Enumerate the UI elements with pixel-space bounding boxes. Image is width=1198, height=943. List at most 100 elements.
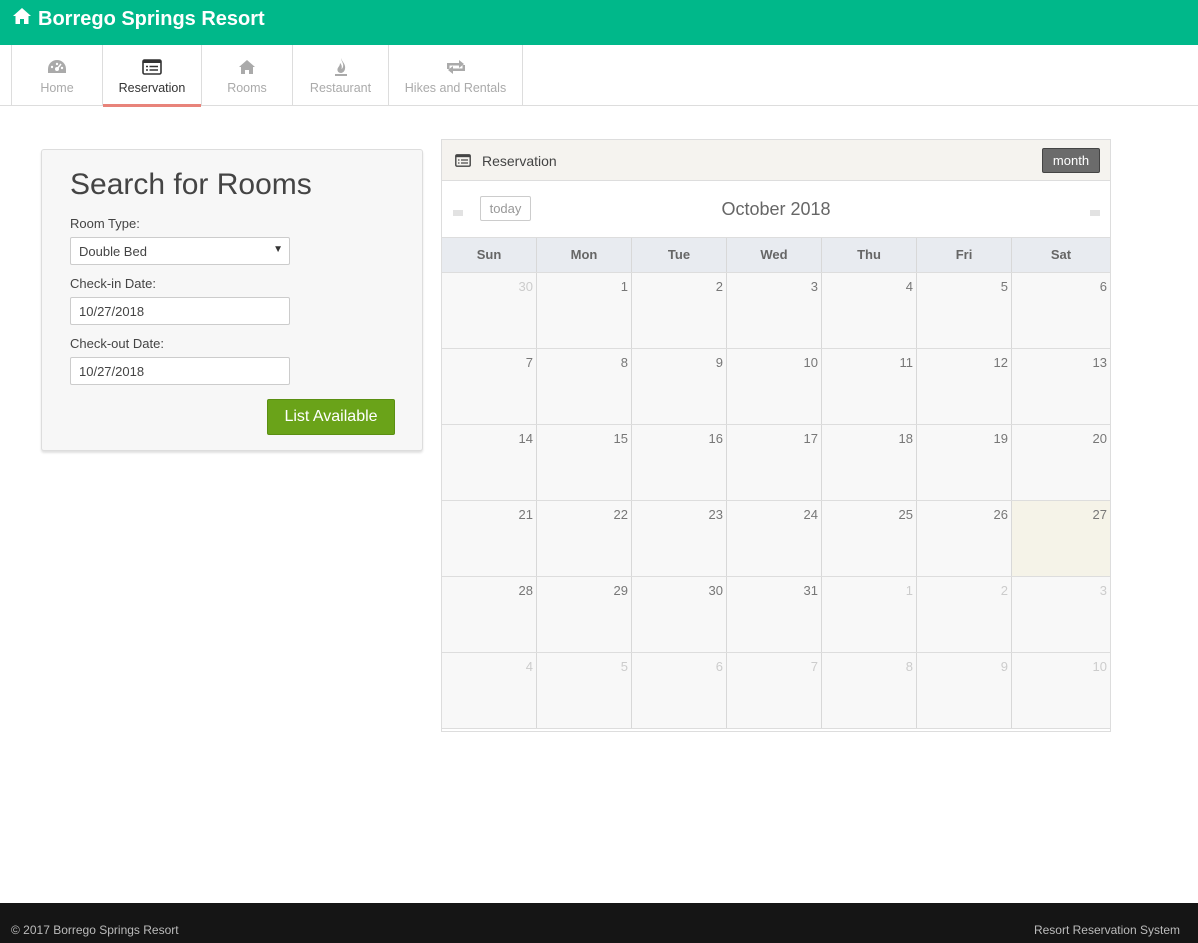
brand-title: Borrego Springs Resort [38,7,265,30]
calendar-day-cell[interactable]: 7 [727,653,822,728]
calendar-day-cell[interactable]: 23 [632,501,727,576]
calendar-day-cell[interactable]: 29 [537,577,632,652]
calendar-day-cell[interactable]: 6 [632,653,727,728]
calendar-day-cell[interactable]: 15 [537,425,632,500]
calendar-day-cell[interactable]: 11 [822,349,917,424]
calendar-day-cell[interactable]: 20 [1012,425,1110,500]
calendar-day-cell[interactable]: 10 [727,349,822,424]
room-type-select[interactable]: Double Bed ▼ [70,237,290,265]
calendar-day-cell[interactable]: 5 [917,273,1012,348]
calendar-day-cell[interactable]: 6 [1012,273,1110,348]
home-icon [237,57,257,77]
nav-item-reservation[interactable]: Reservation [103,45,202,107]
footer-copyright: © 2017 Borrego Springs Resort [11,923,179,937]
calendar-week-row: 4 5 6 7 8 9 10 [442,653,1110,729]
dow-tue: Tue [632,238,727,272]
calendar-day-cell[interactable]: 3 [1012,577,1110,652]
calendar-day-cell[interactable]: 4 [442,653,537,728]
calendar-week-row: 30 1 2 3 4 5 6 [442,273,1110,349]
dow-fri: Fri [917,238,1012,272]
calendar-day-cell[interactable]: 3 [727,273,822,348]
calendar-day-cell[interactable]: 18 [822,425,917,500]
dashboard-icon [46,57,68,77]
search-title: Search for Rooms [70,168,312,201]
calendar-day-cell[interactable]: 21 [442,501,537,576]
calendar-day-cell[interactable]: 12 [917,349,1012,424]
fire-icon [333,57,349,77]
checkin-label: Check-in Date: [70,276,156,291]
brand[interactable]: Borrego Springs Resort [12,7,265,31]
calendar-day-cell[interactable]: 10 [1012,653,1110,728]
nav-label-rooms: Rooms [227,81,267,95]
calendar-day-cell[interactable]: 30 [632,577,727,652]
main-nav: Home Reservation Rooms Restaurant Hikes … [0,45,1198,107]
calendar-day-cell[interactable]: 7 [442,349,537,424]
calendar-day-cell[interactable]: 24 [727,501,822,576]
dow-thu: Thu [822,238,917,272]
nav-item-rooms[interactable]: Rooms [202,45,293,105]
list-icon [455,154,471,172]
home-icon [12,7,38,31]
calendar-month-title: October 2018 [721,199,831,219]
nav-label-restaurant: Restaurant [309,81,372,95]
nav-item-hikes-and-rentals[interactable]: Hikes and Rentals [389,45,523,105]
calendar-day-cell[interactable]: 22 [537,501,632,576]
dow-sat: Sat [1050,247,1072,262]
room-type-label: Room Type: [70,216,140,231]
caret-down-icon: ▼ [273,244,283,255]
checkin-date-input[interactable]: 10/27/2018 [70,297,290,325]
calendar-day-cell[interactable]: 17 [727,425,822,500]
list-icon [142,57,162,77]
calendar-day-cell[interactable]: 19 [917,425,1012,500]
retweet-icon [444,57,468,77]
calendar-weeks: 30 1 2 3 4 5 6 7 8 9 10 11 12 13 14 15 16 17 18 19 20 21 22 23 2… [442,273,1110,729]
calendar-day-cell[interactable]: 30 [442,273,537,348]
calendar-day-cell[interactable]: 9 [917,653,1012,728]
calendar-panel: Reservation month today October 2018 Sun… [441,139,1111,732]
calendar-day-cell[interactable]: 13 [1012,349,1110,424]
calendar-panel-title: Reservation [482,153,557,169]
calendar-day-cell[interactable]: 31 [727,577,822,652]
calendar-week-row: 21 22 23 24 25 26 27 [442,501,1110,577]
top-bar: Borrego Springs Resort [0,0,1198,45]
checkout-date-input[interactable]: 10/27/2018 [70,357,290,385]
calendar-day-cell[interactable]: 26 [917,501,1012,576]
calendar-day-cell[interactable]: 28 [442,577,537,652]
checkin-value: 10/27/2018 [79,304,145,319]
next-month-button[interactable] [1090,210,1100,216]
checkout-label: Check-out Date: [70,336,164,351]
calendar-day-cell[interactable]: 2 [632,273,727,348]
calendar-day-cell[interactable]: 8 [537,349,632,424]
footer: © 2017 Borrego Springs Resort Resort Res… [0,903,1198,943]
calendar-week-row: 28 29 30 31 1 2 3 [442,577,1110,653]
dow-mon: Mon [537,238,632,272]
calendar-day-cell[interactable]: 16 [632,425,727,500]
calendar-panel-header: Reservation month [442,140,1110,181]
calendar-day-cell[interactable]: 25 [822,501,917,576]
footer-system-name: Resort Reservation System [1033,923,1180,937]
calendar-grid: Sun Mon Tue Wed Thu Fri Sat 30 1 2 3 4 5 6 7 8 9 1… [442,237,1110,729]
calendar-day-cell[interactable]: 5 [537,653,632,728]
nav-label-home: Home [40,81,74,95]
dow-wed: Wed [727,238,822,272]
calendar-day-cell[interactable]: 4 [822,273,917,348]
month-view-button[interactable]: month [1042,148,1100,173]
nav-item-home[interactable]: Home [12,45,103,105]
calendar-day-cell-today[interactable]: 27 [1012,501,1110,576]
calendar-week-row: 14 15 16 17 18 19 20 [442,425,1110,501]
day-of-week-header: Sun Mon Tue Wed Thu Fri Sat [442,237,1110,273]
room-type-value: Double Bed [79,244,147,259]
nav-item-restaurant[interactable]: Restaurant [293,45,389,105]
calendar-day-cell[interactable]: 1 [537,273,632,348]
nav-label-reservation: Reservation [118,81,186,95]
calendar-day-cell[interactable]: 1 [822,577,917,652]
calendar-week-row: 7 8 9 10 11 12 13 [442,349,1110,425]
calendar-day-cell[interactable]: 9 [632,349,727,424]
calendar-day-cell[interactable]: 2 [917,577,1012,652]
dow-sun: Sun [442,238,537,272]
calendar-day-cell[interactable]: 14 [442,425,537,500]
search-panel: Search for Rooms Room Type: Double Bed ▼… [41,149,423,451]
checkout-value: 10/27/2018 [79,364,145,379]
list-available-button[interactable]: List Available [267,399,395,435]
calendar-day-cell[interactable]: 8 [822,653,917,728]
